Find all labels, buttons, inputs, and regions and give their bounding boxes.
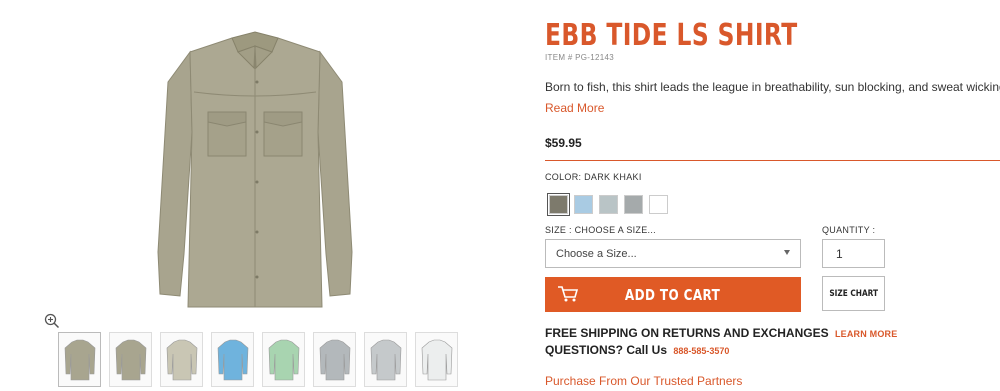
thumbnail-shirt-icon: [115, 339, 146, 380]
selected-color-name: DARK KHAKI: [584, 172, 642, 182]
shipping-info: FREE SHIPPING ON RETURNS AND EXCHANGES L…: [545, 326, 897, 340]
color-swatch-light-gray-blue[interactable]: [599, 195, 618, 214]
thumbnail-shirt-icon: [370, 339, 401, 380]
color-label-text: COLOR:: [545, 172, 582, 182]
size-label: SIZE : CHOOSE A SIZE...: [545, 225, 656, 235]
phone-link[interactable]: 888-585-3570: [673, 346, 729, 356]
thumbnail-strip: [58, 332, 458, 387]
thumbnail-gray[interactable]: [313, 332, 356, 387]
product-description: Born to fish, this shirt leads the leagu…: [545, 80, 1000, 94]
size-select[interactable]: Choose a Size...: [545, 239, 801, 268]
learn-more-link[interactable]: LEARN MORE: [835, 329, 898, 339]
trusted-partners-link[interactable]: Purchase From Our Trusted Partners: [545, 374, 742, 388]
thumbnail-shirt-icon: [319, 339, 350, 380]
color-swatch-white[interactable]: [649, 195, 668, 214]
size-chart-label: SIZE CHART: [829, 288, 878, 299]
cart-icon: [557, 285, 579, 308]
color-swatch-light-blue[interactable]: [574, 195, 593, 214]
thumbnail-khaki-back[interactable]: [109, 332, 152, 387]
quantity-label: QUANTITY :: [822, 225, 876, 235]
thumbnail-shirt-icon: [166, 339, 197, 380]
thumbnail-light-gray[interactable]: [364, 332, 407, 387]
thumbnail-shirt-icon: [421, 339, 452, 380]
thumbnail-shirt-icon: [64, 339, 95, 380]
size-select-value: Choose a Size...: [556, 247, 637, 260]
add-to-cart-button[interactable]: ADD TO CART: [545, 277, 801, 312]
chevron-down-icon: [784, 250, 790, 255]
color-swatch-dark-khaki[interactable]: [547, 193, 570, 216]
product-main-image: [140, 22, 370, 312]
color-label: COLOR: DARK KHAKI: [545, 172, 642, 182]
thumbnail-green[interactable]: [262, 332, 305, 387]
thumbnail-white[interactable]: [415, 332, 458, 387]
divider: [545, 160, 1000, 161]
color-swatches: [547, 193, 668, 216]
product-price: $59.95: [545, 136, 582, 150]
thumbnail-khaki-front[interactable]: [58, 332, 101, 387]
read-more-link[interactable]: Read More: [545, 101, 604, 115]
thumbnail-khaki-detail[interactable]: [160, 332, 203, 387]
color-swatch-gray[interactable]: [624, 195, 643, 214]
product-title: EBB TIDE LS SHIRT: [545, 18, 798, 53]
shipping-text: FREE SHIPPING ON RETURNS AND EXCHANGES: [545, 326, 829, 340]
questions-text: QUESTIONS? Call Us: [545, 343, 668, 357]
quantity-input[interactable]: [822, 239, 885, 268]
size-chart-button[interactable]: SIZE CHART: [822, 276, 885, 311]
questions-info: QUESTIONS? Call Us 888-585-3570: [545, 343, 729, 357]
zoom-icon[interactable]: [44, 313, 60, 329]
item-number: ITEM # PG-12143: [545, 53, 614, 62]
thumbnail-blue[interactable]: [211, 332, 254, 387]
thumbnail-shirt-icon: [217, 339, 248, 380]
thumbnail-shirt-icon: [268, 339, 299, 380]
add-to-cart-label: ADD TO CART: [625, 285, 721, 304]
